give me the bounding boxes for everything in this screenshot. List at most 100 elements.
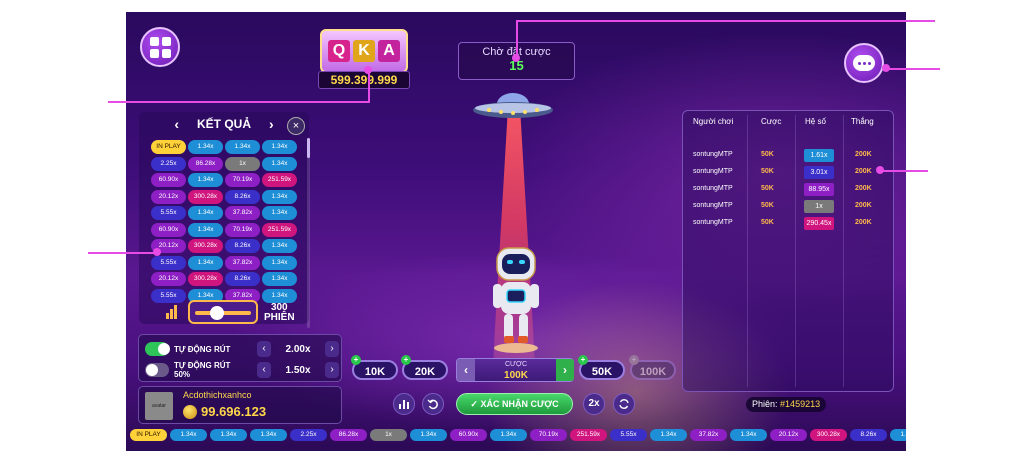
slider-knob[interactable] bbox=[209, 306, 224, 320]
result-cell: 300.28x bbox=[188, 239, 223, 253]
bet-increase-button[interactable]: › bbox=[556, 359, 574, 381]
players-header-win: Thắng bbox=[851, 117, 874, 126]
auto-cashout-half-value[interactable]: 1.50x bbox=[271, 365, 325, 376]
avatar[interactable]: avatar bbox=[145, 392, 173, 420]
sessions-control: 300 PHIÊN bbox=[166, 299, 316, 325]
decrease-button[interactable]: ‹ bbox=[257, 341, 271, 357]
callout-dot bbox=[153, 248, 161, 256]
auto-cashout-half-stepper: ‹ 1.50x › bbox=[257, 362, 339, 378]
auto-cashout-half-toggle[interactable] bbox=[145, 363, 170, 377]
callout-line bbox=[880, 170, 928, 172]
player-multiplier: 1.61x bbox=[804, 149, 834, 162]
results-next-button[interactable]: › bbox=[269, 116, 274, 132]
sessions-slider[interactable] bbox=[188, 300, 258, 324]
chip-100k-button[interactable]: +100K bbox=[629, 355, 676, 380]
results-row: 60.90x 1.34x 70.19x 251.59x bbox=[151, 173, 299, 187]
menu-button[interactable] bbox=[140, 27, 180, 67]
result-cell: 20.12x bbox=[151, 189, 186, 204]
close-button[interactable]: × bbox=[287, 117, 305, 135]
result-cell: 1.34x bbox=[262, 255, 297, 270]
game-area: Q K A 599.399.999 Chờ đặt cược 15 ‹ KẾT … bbox=[126, 12, 906, 451]
username: Acdothichxanhco bbox=[183, 390, 252, 400]
results-ticker: IN PLAY 1.34x 1.34x 1.34x 2.25x 86.28x 1x 1.34x… bbox=[126, 429, 906, 443]
chip-20k-button[interactable]: +20K bbox=[401, 355, 448, 380]
stats-icon bbox=[399, 400, 409, 409]
chip-10k-button[interactable]: +10K bbox=[351, 355, 398, 380]
ticker-item: 1.34x bbox=[890, 429, 906, 441]
refresh-icon bbox=[619, 399, 629, 409]
player-name: sontungMTP bbox=[693, 185, 733, 192]
ticker-item: 2.25x bbox=[290, 429, 327, 441]
stats-button[interactable] bbox=[393, 393, 415, 415]
result-cell: 8.26x bbox=[225, 189, 260, 204]
bet-amount-stepper: ‹ CƯỢC 100K › bbox=[456, 358, 574, 382]
auto-cashout-half-row: TỰ ĐỘNG RÚT 50% ‹ 1.50x › bbox=[145, 360, 339, 380]
result-cell: 1.34x bbox=[188, 255, 223, 270]
auto-cashout-toggle[interactable] bbox=[145, 342, 170, 356]
check-icon: ✓ bbox=[470, 399, 478, 409]
bet-value[interactable]: 100K bbox=[475, 370, 557, 381]
in-play-badge: IN PLAY bbox=[130, 429, 167, 441]
player-multiplier: 1x bbox=[804, 200, 834, 213]
increase-button[interactable]: › bbox=[325, 341, 339, 357]
result-cell: 70.19x bbox=[225, 173, 260, 187]
result-cell: 60.90x bbox=[151, 173, 186, 187]
chat-button[interactable] bbox=[844, 43, 884, 83]
callout-dot bbox=[364, 66, 372, 74]
ticker-item: 8.26x bbox=[850, 429, 887, 441]
player-row: sontungMTP 50K 3.01x 200K bbox=[683, 166, 895, 180]
decrease-button[interactable]: ‹ bbox=[257, 362, 271, 378]
player-name: sontungMTP bbox=[693, 168, 733, 175]
ticker-item: 1.34x bbox=[410, 429, 447, 441]
player-multiplier: 88.95x bbox=[804, 183, 834, 196]
undo-button[interactable] bbox=[422, 393, 444, 415]
auto-cashout-label: TỰ ĐỘNG RÚT bbox=[174, 344, 231, 354]
bet-label: CƯỢC bbox=[504, 361, 528, 368]
callout-dot bbox=[876, 166, 884, 174]
results-grid: IN PLAY 1.34x 1.34x 1.34x 2.25x 86.28x 1x 1.34x… bbox=[151, 140, 299, 305]
confirm-bet-button[interactable]: ✓ XÁC NHẬN CƯỢC bbox=[456, 393, 573, 415]
ticker-item: 1.34x bbox=[730, 429, 767, 441]
plus-icon: + bbox=[578, 355, 588, 365]
player-name: sontungMTP bbox=[693, 219, 733, 226]
player-row: sontungMTP 50K 1.61x 200K bbox=[683, 149, 895, 163]
results-prev-button[interactable]: ‹ bbox=[174, 116, 179, 132]
player-bet: 50K bbox=[761, 219, 774, 226]
double-bet-button[interactable]: 2x bbox=[583, 393, 605, 415]
ticker-item: 60.90x bbox=[450, 429, 487, 441]
chip-label: 20K bbox=[414, 366, 436, 378]
round-id-value: #1459213 bbox=[780, 399, 821, 409]
results-row: 20.12x 300.28x 8.26x 1.34x bbox=[151, 239, 299, 253]
slot-reel: Q bbox=[328, 40, 350, 62]
results-row: 20.12x 300.28x 8.26x 1.34x bbox=[151, 272, 299, 286]
chip-50k-button[interactable]: +50K bbox=[578, 355, 625, 380]
result-cell: 60.90x bbox=[151, 222, 186, 237]
chat-icon bbox=[853, 55, 875, 71]
slot-reel: K bbox=[353, 40, 375, 62]
results-row: 20.12x 300.28x 8.26x 1.34x bbox=[151, 189, 299, 204]
slot-machine-widget[interactable]: Q K A 599.399.999 bbox=[318, 29, 410, 89]
auto-cashout-half-label: TỰ ĐỘNG RÚT 50% bbox=[174, 361, 231, 379]
result-cell: 1.34x bbox=[262, 272, 297, 286]
bet-decrease-button[interactable]: ‹ bbox=[457, 359, 475, 381]
screenshot-canvas: Q K A 599.399.999 Chờ đặt cược 15 ‹ KẾT … bbox=[0, 0, 1025, 451]
ticker-item: 70.19x bbox=[530, 429, 567, 441]
result-cell: 1.34x bbox=[188, 140, 223, 154]
plus-icon: + bbox=[629, 355, 639, 365]
refresh-button[interactable] bbox=[613, 393, 635, 415]
result-cell: 2.25x bbox=[151, 156, 186, 171]
players-header-bet: Cược bbox=[761, 117, 782, 126]
player-name: sontungMTP bbox=[693, 151, 733, 158]
increase-button[interactable]: › bbox=[325, 362, 339, 378]
player-win: 200K bbox=[855, 151, 872, 158]
ticker-item: 5.55x bbox=[610, 429, 647, 441]
player-win: 200K bbox=[855, 185, 872, 192]
result-cell: 1.34x bbox=[262, 140, 297, 154]
results-row: 5.55x 1.34x 37.82x 1.34x bbox=[151, 206, 299, 220]
results-row: 5.55x 1.34x 37.82x 1.34x bbox=[151, 255, 299, 270]
auto-cashout-value[interactable]: 2.00x bbox=[271, 344, 325, 355]
result-cell: 300.28x bbox=[188, 272, 223, 286]
player-win: 200K bbox=[855, 202, 872, 209]
result-cell: 1.34x bbox=[262, 156, 297, 171]
results-panel: ‹ KẾT QUẢ › × IN PLAY 1.34x 1.34x 1.34x 2.25… bbox=[139, 112, 310, 328]
